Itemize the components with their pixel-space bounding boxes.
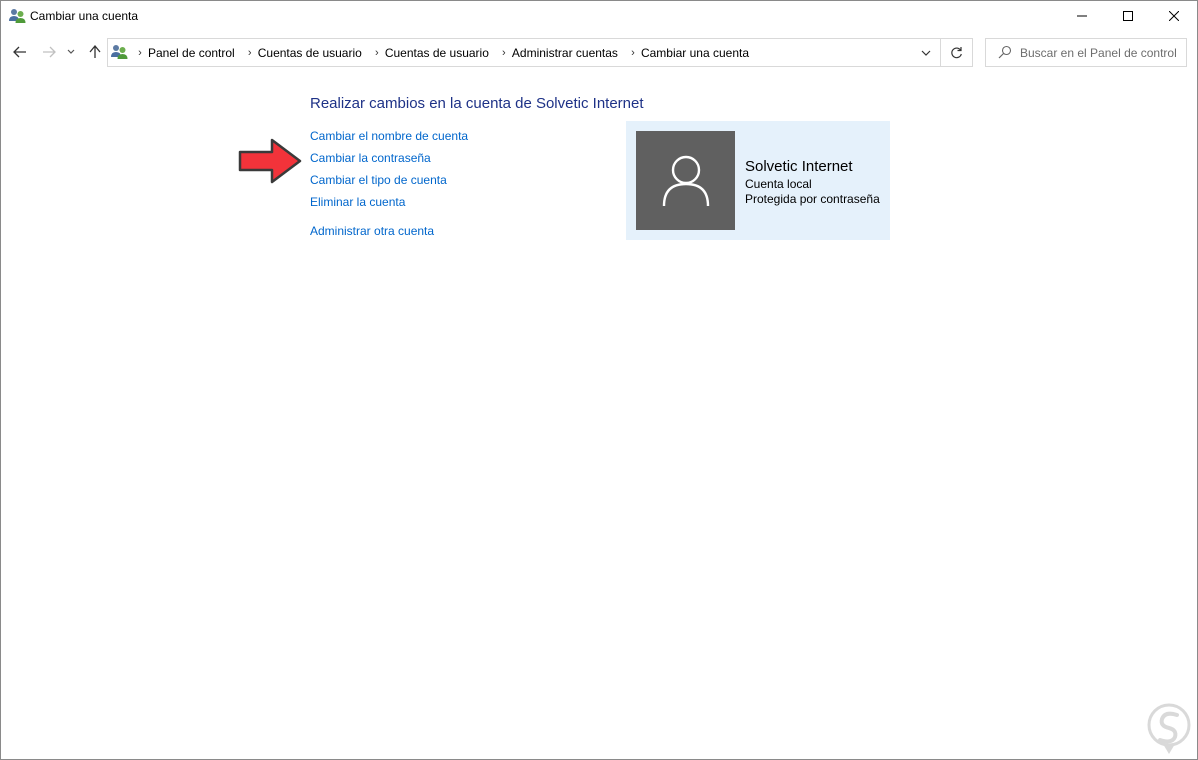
rename-account-link[interactable]: Cambiar el nombre de cuenta bbox=[310, 129, 468, 143]
manage-other-account-link[interactable]: Administrar otra cuenta bbox=[310, 224, 434, 238]
control-panel-window: Cambiar una cuenta › Panel de control › … bbox=[0, 0, 1198, 760]
forward-button[interactable] bbox=[39, 42, 59, 62]
maximize-icon bbox=[1123, 11, 1133, 21]
avatar bbox=[636, 131, 735, 230]
minimize-icon bbox=[1077, 15, 1087, 17]
account-name: Solvetic Internet bbox=[745, 158, 853, 175]
breadcrumb-panel-de-control[interactable]: Panel de control bbox=[148, 46, 235, 60]
refresh-icon bbox=[950, 47, 962, 59]
title-bar[interactable]: Cambiar una cuenta bbox=[1, 1, 1197, 31]
window-title: Cambiar una cuenta bbox=[30, 9, 139, 23]
solvetic-logo-icon bbox=[1147, 703, 1191, 754]
search-input[interactable] bbox=[1020, 39, 1182, 66]
recent-locations-button[interactable] bbox=[64, 42, 78, 62]
refresh-button[interactable] bbox=[940, 38, 973, 67]
back-button[interactable] bbox=[10, 42, 30, 62]
up-button[interactable] bbox=[85, 42, 105, 62]
control-panel-icon bbox=[111, 45, 128, 59]
red-arrow-annotation-icon bbox=[238, 138, 302, 184]
chevron-right-icon[interactable]: › bbox=[132, 47, 148, 59]
breadcrumb: › Panel de control › Cuentas de usuario … bbox=[132, 39, 756, 66]
chevron-down-icon[interactable] bbox=[920, 47, 932, 59]
address-bar[interactable]: › Panel de control › Cuentas de usuario … bbox=[107, 38, 941, 67]
change-account-type-link[interactable]: Cambiar el tipo de cuenta bbox=[310, 173, 447, 187]
breadcrumb-cuentas-de-usuario-2[interactable]: Cuentas de usuario bbox=[385, 46, 489, 60]
account-card: Solvetic Internet Cuenta local Protegida… bbox=[626, 121, 890, 240]
breadcrumb-cambiar-una-cuenta[interactable]: Cambiar una cuenta bbox=[641, 46, 749, 60]
account-type: Cuenta local bbox=[745, 177, 812, 191]
navigation-bar: › Panel de control › Cuentas de usuario … bbox=[1, 37, 1197, 67]
user-accounts-icon bbox=[9, 9, 26, 23]
breadcrumb-administrar-cuentas[interactable]: Administrar cuentas bbox=[512, 46, 618, 60]
breadcrumb-cuentas-de-usuario[interactable]: Cuentas de usuario bbox=[258, 46, 362, 60]
change-password-link[interactable]: Cambiar la contraseña bbox=[310, 151, 431, 165]
chevron-right-icon[interactable]: › bbox=[625, 47, 641, 59]
arrow-right-icon bbox=[43, 46, 56, 58]
chevron-right-icon[interactable]: › bbox=[369, 47, 385, 59]
close-icon bbox=[1169, 11, 1179, 21]
arrow-up-icon bbox=[89, 45, 101, 58]
search-icon bbox=[998, 45, 1012, 59]
page-title: Realizar cambios en la cuenta de Solveti… bbox=[310, 95, 644, 112]
user-icon bbox=[662, 155, 709, 206]
close-button[interactable] bbox=[1151, 1, 1197, 31]
chevron-right-icon[interactable]: › bbox=[242, 47, 258, 59]
search-box[interactable] bbox=[985, 38, 1187, 67]
account-status: Protegida por contraseña bbox=[745, 192, 880, 206]
arrow-left-icon bbox=[13, 46, 26, 58]
minimize-button[interactable] bbox=[1059, 1, 1105, 31]
delete-account-link[interactable]: Eliminar la cuenta bbox=[310, 195, 405, 209]
chevron-down-icon bbox=[67, 49, 75, 54]
chevron-right-icon[interactable]: › bbox=[496, 47, 512, 59]
maximize-button[interactable] bbox=[1105, 1, 1151, 31]
